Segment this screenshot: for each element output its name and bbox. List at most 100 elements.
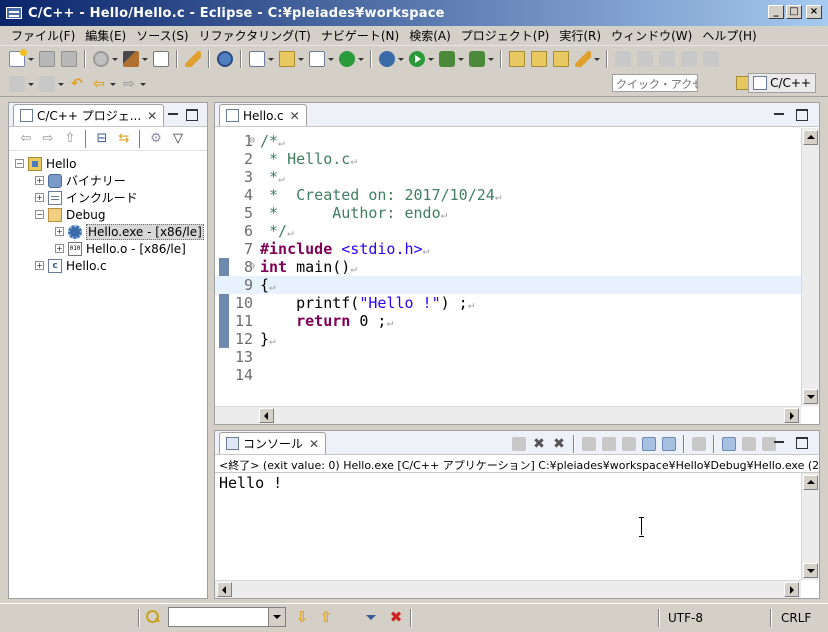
edit-marker-icon[interactable] bbox=[575, 50, 591, 67]
code-line[interactable]: 2 * Hello.c↵ bbox=[215, 150, 801, 168]
fold-toggle-icon[interactable]: ⊖ bbox=[249, 132, 255, 150]
new-source-dropdown-icon[interactable] bbox=[328, 51, 334, 67]
tree-item-debug-folder[interactable]: − Debug bbox=[9, 206, 207, 223]
build-hammer-icon[interactable] bbox=[123, 50, 139, 67]
terminate-icon[interactable] bbox=[512, 437, 526, 451]
eclipse-app-icon[interactable] bbox=[6, 7, 22, 19]
code-line[interactable]: 1 ⊖/*↵ bbox=[215, 132, 801, 150]
new-file-icon[interactable] bbox=[9, 48, 27, 67]
build-config-dropdown-icon[interactable] bbox=[112, 51, 118, 67]
scroll-left-icon[interactable] bbox=[217, 582, 232, 597]
menu-edit[interactable]: 編集(E) bbox=[80, 27, 131, 44]
save-all-icon[interactable] bbox=[61, 50, 77, 67]
filter-icon[interactable]: ⚙ bbox=[148, 131, 164, 146]
tree-item-hello-o[interactable]: + 010 Hello.o - [x86/le] bbox=[9, 240, 207, 257]
forward-icon[interactable]: ⇨ bbox=[121, 76, 137, 92]
pin-console-icon[interactable] bbox=[692, 437, 706, 451]
show-on-stderr-icon[interactable] bbox=[662, 437, 676, 451]
forward-icon[interactable]: ⇨ bbox=[40, 131, 56, 146]
open-element-icon[interactable] bbox=[531, 50, 547, 67]
code-line[interactable]: 3 *↵ bbox=[215, 168, 801, 186]
scroll-down-icon[interactable] bbox=[803, 389, 818, 404]
marker-dropdown-icon[interactable] bbox=[594, 51, 600, 67]
expand-icon[interactable]: + bbox=[55, 244, 64, 253]
expand-icon[interactable]: + bbox=[35, 176, 44, 185]
close-icon[interactable]: ✕ bbox=[309, 437, 319, 451]
toggle-breadcrumb-icon[interactable] bbox=[637, 50, 653, 67]
code-line[interactable]: 11 return 0 ;↵ bbox=[215, 312, 801, 330]
quick-access-input[interactable]: クイック・アクセス bbox=[612, 74, 698, 92]
console-tab[interactable]: コンソール ✕ bbox=[219, 432, 327, 454]
open-type-icon[interactable] bbox=[509, 50, 525, 67]
coverage-dropdown-icon[interactable] bbox=[488, 51, 494, 67]
code-line[interactable]: 8 ⊖ int main()↵ bbox=[215, 258, 801, 276]
collapse-all-icon[interactable]: ⊟ bbox=[94, 131, 110, 146]
toggle-highlight-icon[interactable] bbox=[659, 50, 675, 67]
external-tools-dropdown-icon[interactable] bbox=[458, 51, 464, 67]
minimize-view-icon[interactable] bbox=[773, 436, 785, 448]
last-edit-location-icon[interactable]: ↶ bbox=[69, 76, 85, 92]
word-wrap-icon[interactable] bbox=[622, 437, 636, 451]
code-line[interactable]: 4 * Created on: 2017/10/24↵ bbox=[215, 186, 801, 204]
new-source-file-icon[interactable] bbox=[309, 50, 325, 67]
new-class-icon[interactable] bbox=[339, 50, 355, 67]
previous-annotation-icon[interactable] bbox=[39, 75, 55, 92]
view-menu-icon[interactable]: ▽ bbox=[170, 131, 186, 146]
find-combo-input[interactable] bbox=[168, 607, 286, 627]
menu-source[interactable]: ソース(S) bbox=[131, 27, 193, 44]
editor-tab-hello-c[interactable]: Hello.c ✕ bbox=[219, 104, 307, 126]
binary-icon[interactable] bbox=[153, 50, 169, 67]
build-config-icon[interactable] bbox=[93, 50, 109, 67]
code-editor[interactable]: 1 ⊖/*↵ 2 * Hello.c↵ 3 *↵ 4 * Created on: 201… bbox=[215, 128, 819, 406]
close-icon[interactable]: ✕ bbox=[290, 109, 300, 123]
close-button[interactable]: × bbox=[806, 5, 822, 19]
search-icon[interactable] bbox=[146, 610, 160, 624]
marker-icon[interactable] bbox=[185, 50, 201, 67]
find-options-icon[interactable] bbox=[366, 615, 376, 620]
code-line[interactable]: 10 printf("Hello !") ;↵ bbox=[215, 294, 801, 312]
menu-refactor[interactable]: リファクタリング(T) bbox=[194, 27, 316, 44]
menu-help[interactable]: ヘルプ(H) bbox=[697, 27, 761, 44]
new-folder-dropdown-icon[interactable] bbox=[298, 51, 304, 67]
scroll-up-icon[interactable] bbox=[803, 475, 818, 490]
maximize-button[interactable]: □ bbox=[786, 5, 802, 19]
scroll-up-icon[interactable] bbox=[803, 130, 818, 145]
chevron-down-icon[interactable] bbox=[268, 608, 285, 626]
block-selection-icon[interactable] bbox=[681, 50, 697, 67]
console-horizontal-scrollbar[interactable] bbox=[215, 580, 801, 598]
tree-item-includes[interactable]: + インクルード bbox=[9, 189, 207, 206]
minimize-view-icon[interactable] bbox=[773, 108, 785, 120]
build-dropdown-icon[interactable] bbox=[142, 51, 148, 67]
collapse-icon[interactable]: − bbox=[35, 210, 44, 219]
editor-horizontal-scrollbar[interactable] bbox=[215, 406, 801, 424]
fold-toggle-icon[interactable]: ⊖ bbox=[249, 258, 255, 276]
code-line[interactable]: 14 bbox=[215, 366, 801, 384]
code-line[interactable]: 6 */↵ bbox=[215, 222, 801, 240]
coverage-icon[interactable] bbox=[469, 50, 485, 67]
expand-icon[interactable]: + bbox=[55, 227, 64, 236]
menu-project[interactable]: プロジェクト(P) bbox=[456, 27, 555, 44]
console-vertical-scrollbar[interactable] bbox=[801, 473, 819, 580]
menu-file[interactable]: ファイル(F) bbox=[6, 27, 80, 44]
menu-navigate[interactable]: ナビゲート(N) bbox=[316, 27, 404, 44]
save-icon[interactable] bbox=[39, 50, 55, 67]
code-line[interactable]: 5 * Author: endo↵ bbox=[215, 204, 801, 222]
new-class-dropdown-icon[interactable] bbox=[358, 51, 364, 67]
display-selected-console-icon[interactable] bbox=[722, 437, 736, 451]
minimize-view-icon[interactable] bbox=[167, 108, 179, 120]
console-output-area[interactable]: Hello ! bbox=[215, 472, 819, 598]
scroll-left-icon[interactable] bbox=[259, 408, 274, 423]
back-dropdown-icon[interactable] bbox=[110, 76, 116, 92]
new-source-folder-icon[interactable] bbox=[279, 50, 295, 67]
debug-dropdown-icon[interactable] bbox=[398, 51, 404, 67]
perspective-cpp-button[interactable]: C/C++ bbox=[748, 73, 816, 93]
forward-dropdown-icon[interactable] bbox=[140, 76, 146, 92]
code-line[interactable]: 9 {↵ bbox=[215, 276, 801, 294]
next-annotation-dropdown-icon[interactable] bbox=[28, 76, 34, 92]
remove-all-terminated-icon[interactable]: ✖ bbox=[552, 437, 566, 451]
expand-icon[interactable]: + bbox=[35, 261, 44, 270]
maximize-view-icon[interactable] bbox=[795, 108, 808, 121]
remove-launch-icon[interactable]: ✖ bbox=[532, 437, 546, 451]
tree-item-hello-project[interactable]: − Hello bbox=[9, 155, 207, 172]
code-line[interactable]: 12}↵ bbox=[215, 330, 801, 348]
